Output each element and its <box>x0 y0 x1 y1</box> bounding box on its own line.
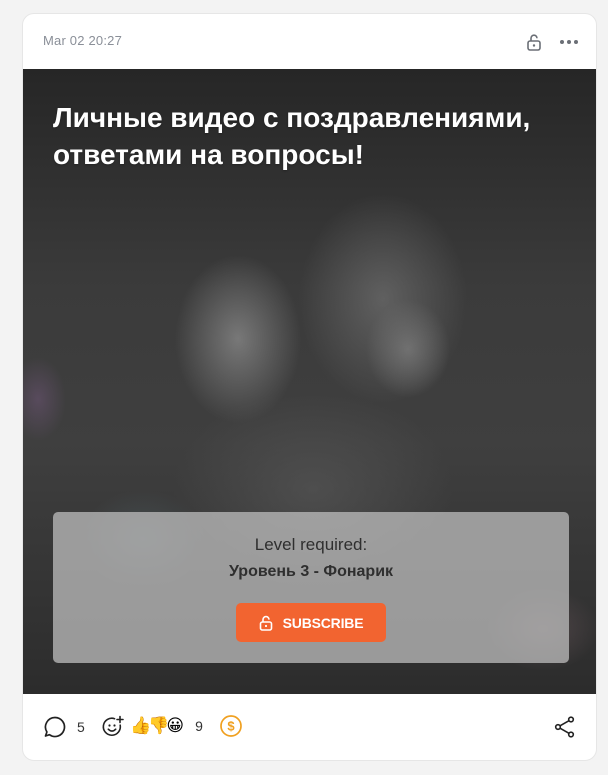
donate-icon: $ <box>220 715 242 737</box>
svg-text:$: $ <box>227 719 235 734</box>
subscribe-button-label: SUBSCRIBE <box>282 614 364 631</box>
grinning-face-reaction: 😀 <box>166 716 185 735</box>
post-footer: 5 👍 👎 😀 9 $ <box>23 694 596 760</box>
add-reaction-button[interactable] <box>101 715 125 739</box>
post-header: Mar 02 20:27 <box>23 14 596 69</box>
subscribe-button[interactable]: SUBSCRIBE <box>236 603 386 642</box>
post-date: Mar 02 20:27 <box>43 33 123 48</box>
locked-content-panel: Level required: Уровень 3 - Фонарик SUBS… <box>53 512 569 663</box>
post-card: Mar 02 20:27 Личные видео с поздравления… <box>22 13 597 761</box>
reactions-summary[interactable]: 👍 👎 😀 9 <box>130 715 203 737</box>
comments-button[interactable]: 5 <box>43 715 85 739</box>
more-icon <box>560 40 578 44</box>
post-title: Личные видео с поздравлениями, ответами … <box>53 102 531 170</box>
donate-button[interactable]: $ <box>219 714 243 738</box>
more-options-button[interactable] <box>557 31 581 53</box>
lock-button[interactable] <box>522 31 546 53</box>
reactions-count: 9 <box>195 718 203 734</box>
comments-count: 5 <box>77 719 85 735</box>
share-button[interactable] <box>553 715 577 739</box>
add-reaction-icon <box>102 715 124 736</box>
share-icon <box>554 716 575 738</box>
comment-icon <box>44 716 66 738</box>
lock-icon <box>259 615 272 631</box>
level-name: Уровень 3 - Фонарик <box>228 563 394 580</box>
post-media: Личные видео с поздравлениями, ответами … <box>23 69 596 694</box>
lock-icon <box>527 34 541 51</box>
level-required-label: Level required: <box>254 535 368 554</box>
